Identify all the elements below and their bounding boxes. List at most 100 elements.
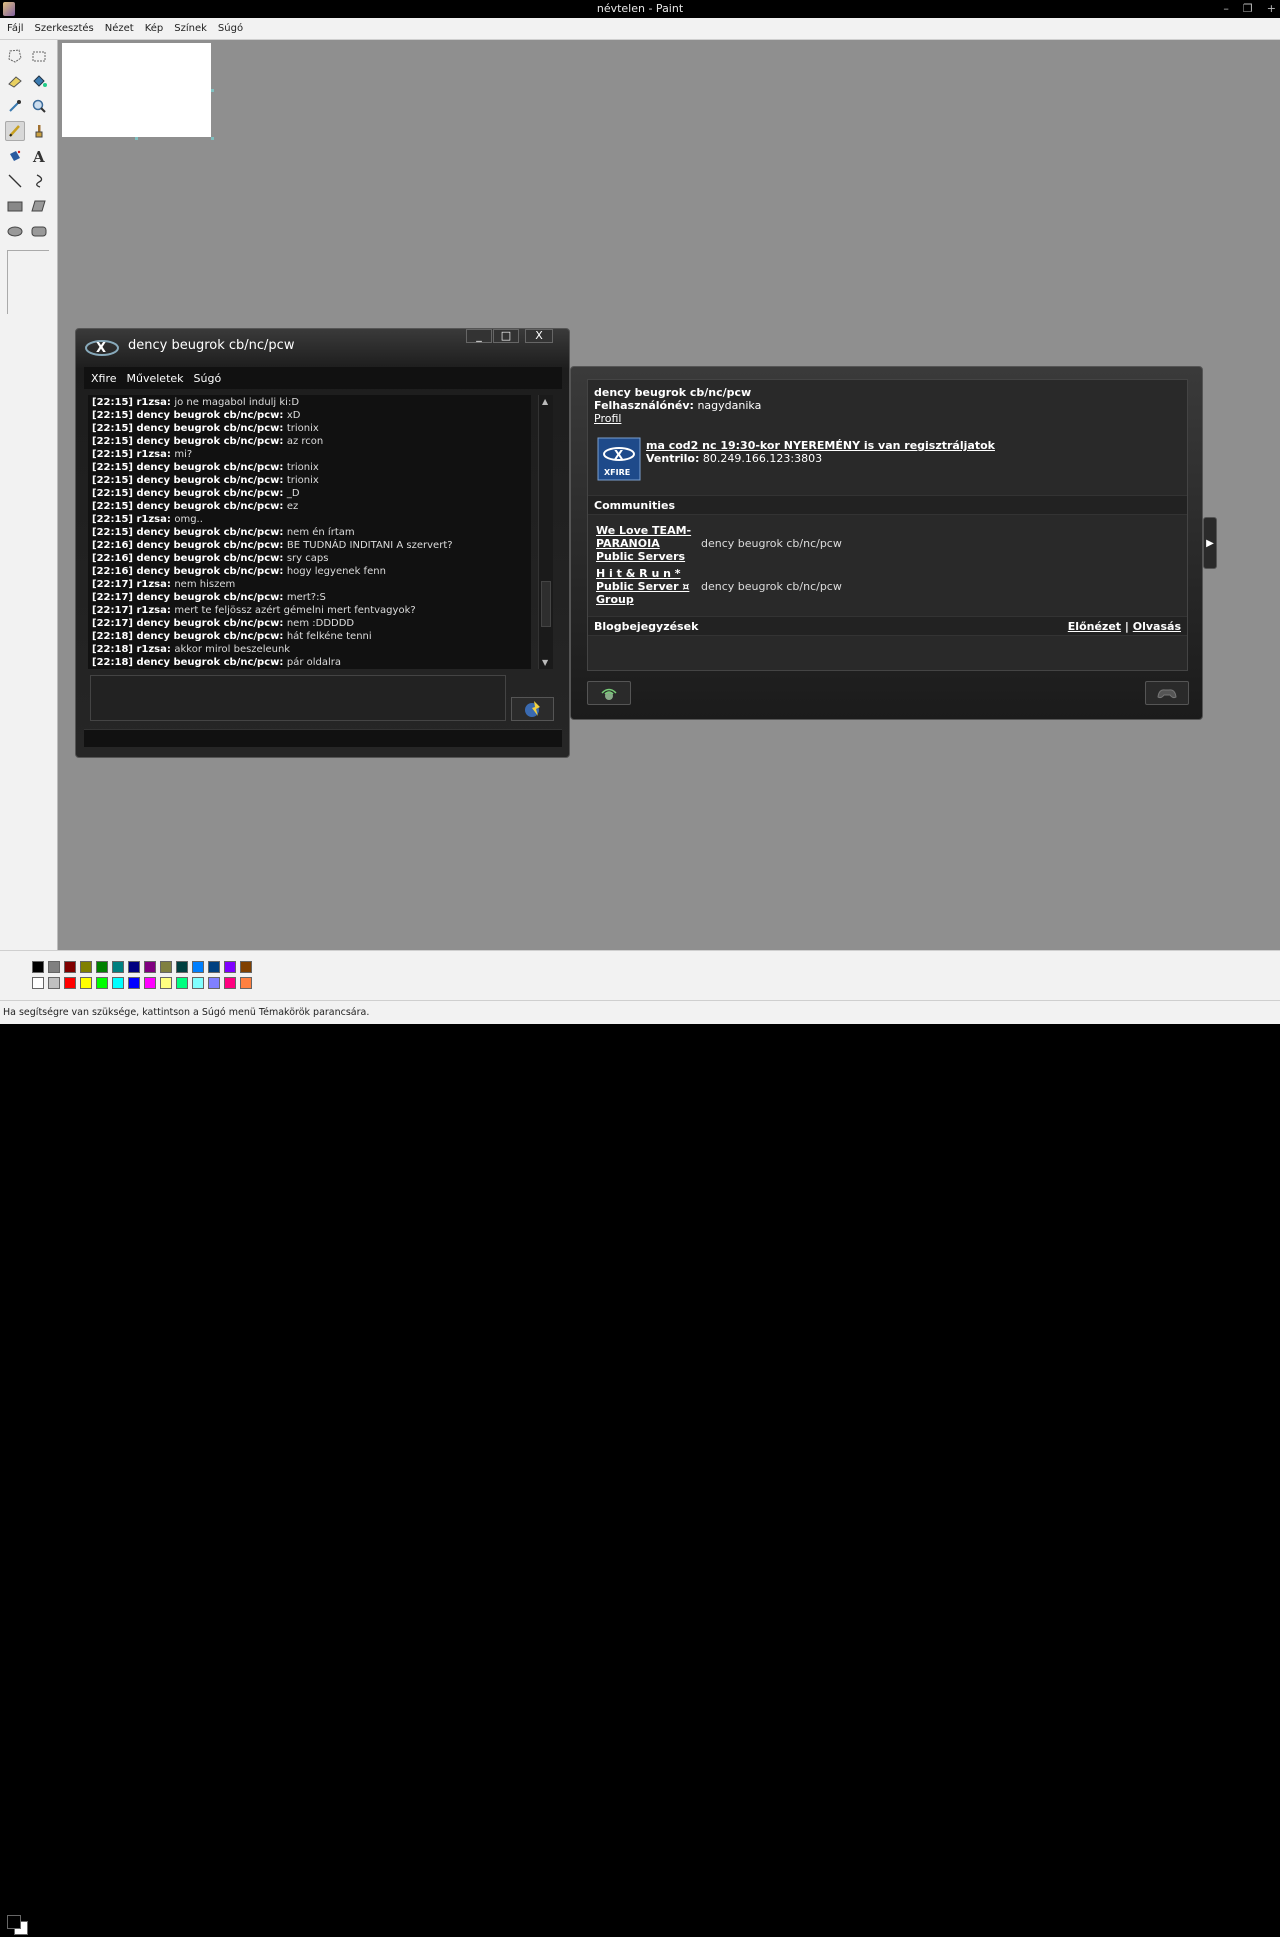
- chat-minimize-button[interactable]: _: [466, 329, 492, 343]
- free-select-icon[interactable]: [5, 46, 25, 66]
- community-link-1[interactable]: We Love TEAM- PARANOIA Public Servers: [596, 524, 691, 563]
- eyedropper-icon[interactable]: [5, 96, 25, 116]
- eraser-icon[interactable]: [5, 71, 25, 91]
- blog-read-link[interactable]: Olvasás: [1133, 620, 1181, 633]
- color-swatch[interactable]: [224, 961, 236, 973]
- color-swatch[interactable]: [48, 961, 60, 973]
- color-swatch[interactable]: [208, 961, 220, 973]
- chat-message-sender: [22:18] dency beugrok cb/nc/pcw:: [92, 631, 287, 642]
- voice-button[interactable]: [587, 681, 631, 705]
- color-swatch[interactable]: [128, 977, 140, 989]
- menu-help[interactable]: Súgó: [218, 23, 243, 34]
- color-swatch[interactable]: [112, 961, 124, 973]
- close-button[interactable]: +: [1267, 0, 1276, 18]
- game-icon: X XFIRE: [596, 436, 642, 482]
- menu-file[interactable]: Fájl: [7, 23, 24, 34]
- color-swatch[interactable]: [192, 977, 204, 989]
- chat-menu-xfire[interactable]: Xfire: [91, 372, 117, 385]
- color-swatch[interactable]: [224, 977, 236, 989]
- pencil-icon[interactable]: [5, 121, 25, 141]
- chat-message: [22:15] dency beugrok cb/nc/pcw: ez: [92, 500, 527, 513]
- polygon-icon[interactable]: [29, 196, 49, 216]
- ellipse-icon[interactable]: [5, 221, 25, 241]
- color-swatch[interactable]: [48, 977, 60, 989]
- color-swatch[interactable]: [176, 961, 188, 973]
- chat-message-text: mert te feljössz azért gémelni mert fent…: [174, 605, 416, 616]
- blog-preview-link[interactable]: Előnézet: [1068, 620, 1121, 633]
- current-colors[interactable]: [4, 1911, 28, 1937]
- status-message-link[interactable]: ma cod2 nc 19:30-kor NYEREMÉNY is van re…: [646, 439, 995, 452]
- color-swatch[interactable]: [240, 977, 252, 989]
- resize-handle-bottom[interactable]: [135, 137, 138, 140]
- chat-message-input[interactable]: [90, 675, 506, 721]
- send-button[interactable]: [511, 697, 554, 721]
- color-swatch[interactable]: [64, 977, 76, 989]
- chat-message-text: trionix: [286, 475, 319, 486]
- color-swatch[interactable]: [208, 977, 220, 989]
- chat-close-button[interactable]: X: [525, 329, 553, 343]
- resize-handle-corner[interactable]: [211, 137, 214, 140]
- profile-link[interactable]: Profil: [594, 412, 621, 425]
- airbrush-icon[interactable]: [5, 146, 25, 166]
- minimize-button[interactable]: –: [1223, 0, 1229, 18]
- game-controller-button[interactable]: [1145, 681, 1189, 705]
- menu-image[interactable]: Kép: [145, 23, 164, 34]
- blog-separator: |: [1124, 620, 1129, 633]
- magnifier-icon[interactable]: [29, 96, 49, 116]
- menu-colors[interactable]: Színek: [174, 23, 207, 34]
- curve-icon[interactable]: [29, 171, 49, 191]
- color-swatch[interactable]: [176, 977, 188, 989]
- rect-select-icon[interactable]: [29, 46, 49, 66]
- color-swatch[interactable]: [96, 977, 108, 989]
- expand-panel-arrow-icon[interactable]: ▶: [1203, 517, 1217, 569]
- text-icon[interactable]: A: [29, 146, 49, 166]
- resize-handle-right[interactable]: [211, 89, 214, 92]
- color-swatch[interactable]: [160, 961, 172, 973]
- chat-menu-bar: Xfire Műveletek Súgó: [84, 367, 562, 389]
- color-swatch[interactable]: [144, 977, 156, 989]
- color-swatch[interactable]: [64, 961, 76, 973]
- xfire-logo-icon: X: [85, 340, 119, 356]
- chat-menu-actions[interactable]: Műveletek: [127, 372, 184, 385]
- fill-icon[interactable]: [29, 71, 49, 91]
- chat-menu-help[interactable]: Súgó: [194, 372, 222, 385]
- color-swatch[interactable]: [128, 961, 140, 973]
- tool-options-panel[interactable]: [7, 250, 49, 314]
- line-icon[interactable]: [5, 171, 25, 191]
- rectangle-icon[interactable]: [5, 196, 25, 216]
- color-swatch[interactable]: [80, 961, 92, 973]
- color-swatch[interactable]: [240, 961, 252, 973]
- chat-scrollbar[interactable]: ▲ ▼: [538, 395, 553, 669]
- paint-app-icon[interactable]: [3, 2, 15, 16]
- scroll-down-arrow-icon[interactable]: ▼: [542, 658, 548, 667]
- chat-message: [22:15] dency beugrok cb/nc/pcw: xD: [92, 409, 527, 422]
- color-swatch[interactable]: [144, 961, 156, 973]
- scroll-up-arrow-icon[interactable]: ▲: [542, 397, 548, 406]
- chat-scrollbar-thumb[interactable]: [541, 581, 551, 627]
- chat-message-text: BE TUDNÁD INDITANI A szervert?: [286, 540, 453, 551]
- brush-icon[interactable]: [29, 121, 49, 141]
- color-swatch[interactable]: [160, 977, 172, 989]
- chat-maximize-button[interactable]: □: [493, 329, 519, 343]
- menu-view[interactable]: Nézet: [105, 23, 134, 34]
- chat-message-sender: [22:15] dency beugrok cb/nc/pcw:: [92, 436, 287, 447]
- toolbox: A: [0, 40, 58, 950]
- rounded-rect-icon[interactable]: [29, 221, 49, 241]
- chat-message-sender: [22:17] dency beugrok cb/nc/pcw:: [92, 618, 287, 629]
- color-swatch[interactable]: [80, 977, 92, 989]
- blog-title: Blogbejegyzések: [594, 620, 699, 633]
- community-link-2[interactable]: H i t & R u n * Public Server ¤ Group: [596, 567, 689, 606]
- ventrilo-label: Ventrilo:: [646, 452, 700, 465]
- color-swatch[interactable]: [192, 961, 204, 973]
- drawing-canvas[interactable]: [62, 43, 211, 137]
- chat-log: [22:15] r1zsa: jo ne magabol indulj ki:D…: [88, 395, 531, 669]
- color-swatch[interactable]: [32, 977, 44, 989]
- profile-name: dency beugrok cb/nc/pcw: [594, 386, 752, 399]
- restore-button[interactable]: ❐: [1243, 0, 1253, 18]
- color-swatch[interactable]: [32, 961, 44, 973]
- chat-message: [22:15] r1zsa: omg..: [92, 513, 527, 526]
- menu-edit[interactable]: Szerkesztés: [35, 23, 94, 34]
- foreground-color-swatch[interactable]: [7, 1915, 21, 1929]
- color-swatch[interactable]: [112, 977, 124, 989]
- color-swatch[interactable]: [96, 961, 108, 973]
